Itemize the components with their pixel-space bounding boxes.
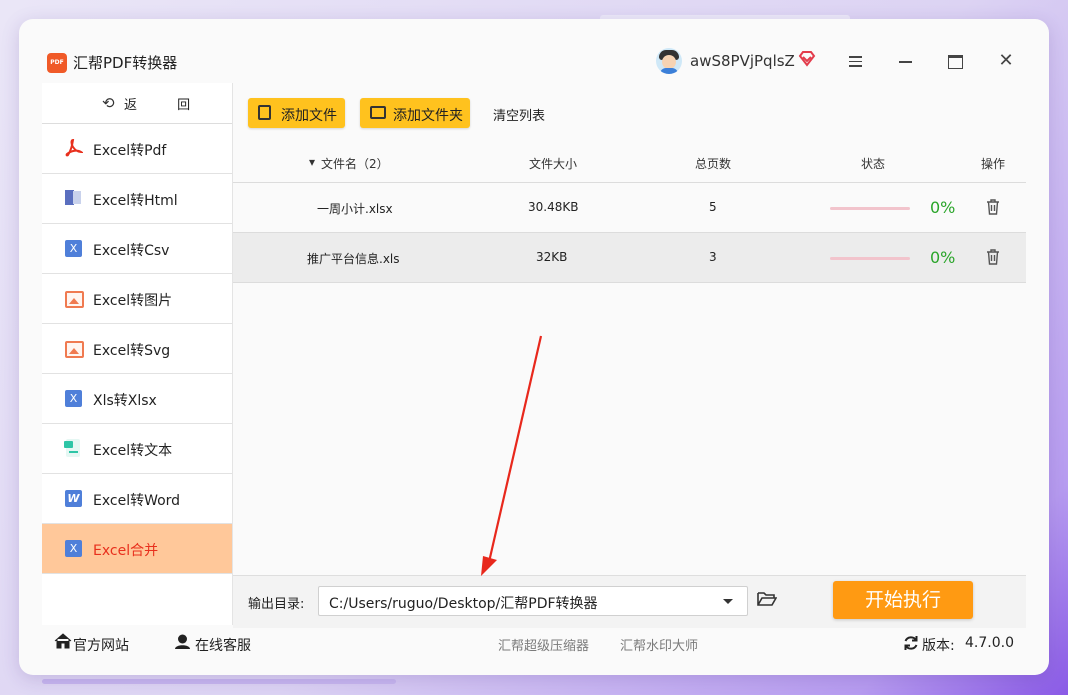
- sidebar-item-label: Excel转Svg: [93, 343, 171, 359]
- sidebar-item-excel-merge[interactable]: X Excel合并: [42, 524, 232, 574]
- sidebar-item-label: Excel转Word: [93, 493, 181, 509]
- background-bar: [42, 679, 396, 684]
- user-avatar[interactable]: [656, 48, 682, 74]
- add-folder-icon: [370, 106, 386, 119]
- add-file-button[interactable]: 添加文件: [248, 98, 345, 128]
- sidebar-item-label: Excel转Html: [93, 193, 178, 209]
- excel-x-icon: X: [65, 540, 82, 557]
- pdf-icon: [65, 138, 83, 157]
- username[interactable]: awS8PVjPqlsZ: [690, 52, 795, 70]
- sidebar-item-excel-to-pdf[interactable]: Excel转Pdf: [42, 124, 232, 174]
- trash-icon[interactable]: [986, 199, 1000, 215]
- back-label: 返 回: [124, 98, 209, 113]
- add-file-icon: [258, 105, 271, 120]
- add-folder-button[interactable]: 添加文件夹: [360, 98, 470, 128]
- title-bar: PDF 汇帮PDF转换器 awS8PVjPqlsZ ✕: [19, 19, 1049, 83]
- watermark-link[interactable]: 汇帮水印大师: [620, 635, 698, 654]
- image-icon: [65, 341, 84, 358]
- file-name: 一周小计.xlsx: [317, 202, 393, 216]
- app-logo-icon: PDF: [47, 53, 67, 73]
- close-button[interactable]: ✕: [994, 49, 1018, 73]
- sidebar-item-excel-to-csv[interactable]: X Excel转Csv: [42, 224, 232, 274]
- sidebar-item-excel-to-svg[interactable]: Excel转Svg: [42, 324, 232, 374]
- back-button[interactable]: ⟲ 返 回: [42, 83, 232, 124]
- progress-bar: [830, 257, 910, 260]
- file-size: 32KB: [536, 250, 568, 264]
- back-arrow-icon: ⟲: [102, 94, 115, 112]
- output-dir-value: C:/Users/ruguo/Desktop/汇帮PDF转换器: [329, 596, 598, 612]
- sidebar: ⟲ 返 回 Excel转Pdf Excel转Html X Excel转Csv E…: [42, 83, 233, 625]
- sidebar-item-label: Xls转Xlsx: [93, 393, 157, 409]
- header-status: 状态: [861, 157, 886, 171]
- maximize-button[interactable]: [944, 49, 968, 73]
- sidebar-item-excel-to-text[interactable]: Excel转文本: [42, 424, 232, 474]
- add-file-label: 添加文件: [281, 108, 337, 124]
- sidebar-item-label: Excel转文本: [93, 443, 173, 459]
- customer-service-icon: [175, 634, 190, 649]
- progress-percent: 0%: [930, 248, 956, 267]
- header-total-pages: 总页数: [695, 157, 732, 171]
- clear-list-button[interactable]: 清空列表: [493, 105, 545, 124]
- online-support-link[interactable]: 在线客服: [195, 635, 251, 655]
- minimize-button[interactable]: [894, 49, 918, 73]
- sidebar-item-xls-to-xlsx[interactable]: X Xls转Xlsx: [42, 374, 232, 424]
- sidebar-item-excel-to-html[interactable]: Excel转Html: [42, 174, 232, 224]
- open-folder-icon[interactable]: [757, 591, 777, 607]
- excel-x-icon: X: [65, 390, 82, 407]
- output-dir-label: 输出目录:: [248, 597, 305, 612]
- menu-button[interactable]: [844, 49, 868, 73]
- table-row[interactable]: 一周小计.xlsx 30.48KB 5 0%: [233, 183, 1026, 233]
- text-icon: [63, 438, 83, 458]
- home-icon: [54, 633, 72, 649]
- page-count: 3: [709, 250, 717, 264]
- add-folder-label: 添加文件夹: [393, 108, 463, 124]
- table-row[interactable]: 推广平台信息.xls 32KB 3 0%: [233, 233, 1026, 283]
- excel-x-icon: X: [65, 240, 82, 257]
- image-icon: [65, 291, 84, 308]
- vip-diamond-icon[interactable]: [798, 51, 816, 67]
- header-file-name[interactable]: 文件名（2）: [321, 155, 389, 172]
- official-website-link[interactable]: 官方网站: [73, 635, 129, 655]
- header-action: 操作: [981, 157, 1006, 171]
- version-number: 4.7.0.0: [965, 635, 1014, 651]
- word-icon: W: [65, 490, 82, 507]
- app-window: PDF 汇帮PDF转换器 awS8PVjPqlsZ ✕ ⟲ 返 回 Excel转…: [19, 19, 1049, 675]
- progress-bar: [830, 207, 910, 210]
- sidebar-item-label: Excel转Pdf: [93, 143, 167, 159]
- sidebar-item-label: Excel转图片: [93, 293, 173, 309]
- file-name: 推广平台信息.xls: [307, 252, 400, 266]
- compressor-link[interactable]: 汇帮超级压缩器: [498, 635, 589, 654]
- sort-caret-icon[interactable]: ▾: [309, 155, 315, 169]
- file-size: 30.48KB: [528, 200, 579, 214]
- start-button[interactable]: 开始执行: [833, 581, 973, 619]
- sidebar-item-excel-to-image[interactable]: Excel转图片: [42, 274, 232, 324]
- trash-icon[interactable]: [986, 249, 1000, 265]
- chevron-down-icon: [723, 599, 733, 604]
- html-icon: [63, 188, 83, 208]
- sidebar-item-label: Excel转Csv: [93, 243, 170, 259]
- file-table-header: ▾ 文件名（2） 文件大小 总页数 状态 操作: [233, 144, 1026, 183]
- header-file-size: 文件大小: [529, 157, 578, 171]
- output-dir-select[interactable]: C:/Users/ruguo/Desktop/汇帮PDF转换器: [318, 586, 748, 616]
- app-title: 汇帮PDF转换器: [73, 54, 178, 72]
- version-label: 版本:: [922, 638, 955, 654]
- page-count: 5: [709, 200, 717, 214]
- sidebar-item-label: Excel合并: [93, 543, 159, 559]
- sidebar-item-excel-to-word[interactable]: W Excel转Word: [42, 474, 232, 524]
- refresh-icon[interactable]: [903, 635, 919, 651]
- footer: 官方网站 在线客服 汇帮超级压缩器 汇帮水印大师 版本: 4.7.0.0: [42, 627, 1026, 657]
- progress-percent: 0%: [930, 198, 956, 217]
